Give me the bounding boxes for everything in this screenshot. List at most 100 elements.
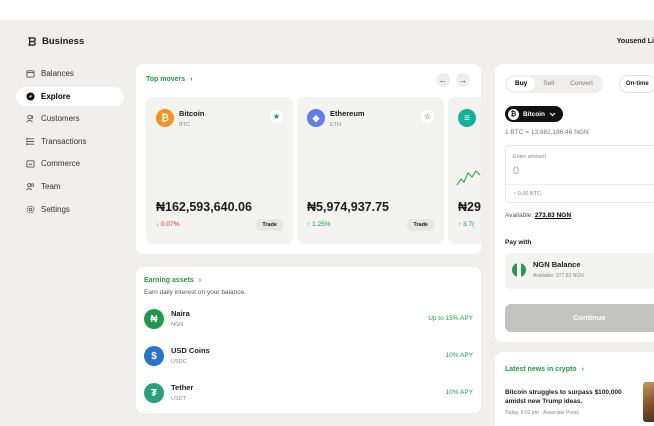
tab-sell[interactable]: Sell: [535, 77, 562, 91]
arrow-left-icon: ←: [439, 75, 447, 85]
coin-change: ↑ 1.25%: [307, 221, 331, 228]
coin-price: ₦162,593,640.06: [156, 200, 252, 214]
chevron-down-icon: [549, 112, 556, 116]
earning-assets-title-text: Earning assets: [144, 277, 194, 284]
news-card: Latest news in crypto › Bitcoin struggle…: [495, 352, 654, 426]
amount-input-box[interactable]: Enter amount 0 ~ 0.00 BTC: [505, 145, 654, 203]
coin-symbol: ETH: [330, 122, 341, 128]
sidebar-item-label: Settings: [41, 204, 70, 214]
sidebar-item-commerce[interactable]: Commerce: [16, 154, 124, 173]
coin-card-ethereum[interactable]: ◆ Ethereum ETH ☆ ₦5,974,937.75 ↑ 1.25% T…: [297, 97, 444, 244]
news-thumbnail[interactable]: [643, 382, 654, 422]
gear-icon: [26, 205, 35, 213]
sidebar-item-label: Transactions: [41, 136, 87, 146]
brand[interactable]: Business: [26, 36, 84, 47]
available-balance: Available: 273.83 NGN: [505, 212, 571, 219]
asset-apy: Up to 15% APY: [428, 315, 473, 322]
favorite-star-button[interactable]: ☆: [421, 110, 434, 123]
team-icon: [26, 183, 35, 191]
star-outline-icon: ☆: [423, 112, 432, 121]
asset-code: NGN: [171, 322, 184, 328]
news-title[interactable]: Latest news in crypto ›: [505, 366, 584, 373]
coin-select-dropdown[interactable]: ₿ Bitcoin: [505, 106, 564, 122]
bitcoin-logo-icon: ₿: [156, 109, 174, 127]
coin-price: ₦5,974,937.75: [307, 200, 390, 214]
sidebar-item-label: Customers: [41, 114, 80, 124]
compass-icon: [26, 92, 35, 101]
top-bar: [0, 0, 654, 20]
tether-icon: ₮: [144, 383, 164, 403]
tab-convert[interactable]: Convert: [562, 77, 601, 91]
sidebar-item-label: Commerce: [41, 159, 81, 169]
top-movers-card: Top movers › ← → ₿ Bitcoin BTC ★ ₦162,59…: [136, 64, 481, 254]
next-arrow-button[interactable]: →: [456, 73, 470, 87]
trade-button[interactable]: Trade: [407, 219, 434, 231]
pay-option-name: NGN Balance: [533, 260, 581, 269]
trade-button[interactable]: Trade: [256, 219, 283, 231]
news-headline[interactable]: Bitcoin struggles to surpass $100,000 am…: [505, 388, 637, 406]
sidebar-item-explore[interactable]: Explore: [16, 86, 124, 106]
asset-row-tether[interactable]: ₮ Tether USDT 10% APY: [144, 381, 473, 405]
bitcoin-icon: ₿: [508, 108, 519, 120]
divider: [506, 184, 654, 185]
sidebar-item-team[interactable]: Team: [16, 177, 124, 196]
arrow-right-icon: →: [459, 75, 467, 85]
available-label: Available:: [505, 212, 534, 219]
amount-label: Enter amount: [513, 154, 547, 160]
trade-panel: Buy Sell Convert On-time ₿ Bitcoin 1 BTC…: [495, 64, 654, 342]
sidebar-item-settings[interactable]: Settings: [16, 200, 124, 219]
asset-row-naira[interactable]: ₦ Naira NGN Up to 15% APY: [144, 307, 473, 331]
coin-symbol: BTC: [179, 122, 190, 128]
sparkline-icon: [456, 170, 481, 186]
coin-select-label: Bitcoin: [523, 110, 546, 118]
brand-name: Business: [42, 36, 85, 47]
top-movers-title-text: Top movers: [146, 76, 186, 83]
asset-row-usdc[interactable]: $ USD Coins USDC 10% APY: [144, 344, 473, 368]
chevron-right-icon: ›: [198, 277, 202, 284]
coin-name: Bitcoin: [179, 109, 205, 118]
asset-code: USDC: [171, 359, 187, 365]
asset-name: Naira: [171, 309, 190, 318]
user-name[interactable]: Yousend Li: [617, 38, 654, 45]
pay-option-ngn-balance[interactable]: NGN Balance Available: 277.83 NGN: [505, 253, 654, 289]
asset-apy: 10% APY: [445, 352, 473, 359]
coin-logo-icon: ≡: [458, 109, 476, 127]
sidebar-item-label: Team: [41, 181, 61, 191]
news-title-text: Latest news in crypto: [505, 366, 577, 373]
asset-name: Tether: [171, 383, 194, 392]
nigeria-flag-icon: [512, 263, 526, 277]
chevron-right-icon: ›: [581, 366, 584, 373]
earning-assets-subtitle: Earn daily interest on your balance.: [144, 289, 246, 296]
frequency-select[interactable]: On-time: [619, 75, 654, 93]
earning-assets-card: Earning assets › Earn daily interest on …: [136, 267, 481, 413]
sidebar-item-label: Balances: [41, 69, 74, 78]
exchange-rate: 1 BTC = 13,882,186.46 NGN: [505, 129, 589, 136]
top-movers-title[interactable]: Top movers ›: [146, 76, 192, 83]
store-icon: [26, 160, 35, 168]
coin-card-bitcoin[interactable]: ₿ Bitcoin BTC ★ ₦162,593,640.06 ↓ 0.07% …: [146, 97, 293, 244]
continue-button[interactable]: Continue: [505, 304, 654, 332]
coin-name: Ethereum: [330, 109, 365, 118]
trade-mode-tabs: Buy Sell Convert: [505, 75, 603, 93]
earning-assets-title[interactable]: Earning assets ›: [144, 277, 201, 284]
star-filled-icon: ★: [272, 112, 281, 121]
wallet-icon: [26, 70, 35, 78]
coin-card-partial[interactable]: ≡ ₦29 ↑ 3.7(: [448, 97, 481, 244]
sidebar: Balances Explore Customers Transactions …: [16, 64, 124, 222]
asset-apy: 10% APY: [445, 389, 473, 396]
sidebar-item-customers[interactable]: Customers: [16, 109, 124, 128]
amount-input[interactable]: 0: [513, 165, 519, 177]
tab-buy[interactable]: Buy: [507, 77, 536, 91]
sidebar-item-label: Explore: [41, 91, 71, 101]
available-value[interactable]: 273.83 NGN: [535, 212, 571, 219]
users-icon: [26, 115, 34, 123]
sidebar-item-transactions[interactable]: Transactions: [16, 132, 124, 151]
pay-with-label: Pay with: [505, 239, 532, 246]
coin-price: ₦29: [458, 200, 481, 214]
favorite-star-button[interactable]: ★: [270, 110, 283, 123]
btc-equivalent: ~ 0.00 BTC: [513, 191, 541, 197]
news-meta: Today, 6:02 pm · Associate Press: [505, 410, 579, 416]
sidebar-item-balances[interactable]: Balances: [16, 64, 124, 83]
coin-change: ↑ 3.7(: [458, 221, 475, 228]
prev-arrow-button[interactable]: ←: [436, 73, 450, 87]
